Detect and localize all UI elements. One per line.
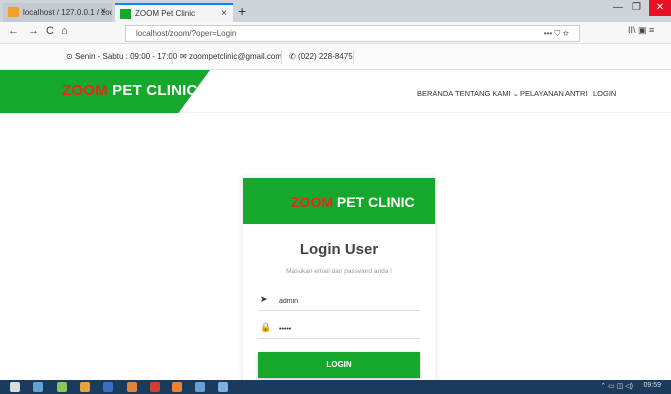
new-tab-icon[interactable]: + bbox=[238, 3, 246, 19]
browser-tab-phpmyadmin[interactable]: localhost / 127.0.0.1 / zoom | p × bbox=[3, 3, 112, 22]
nav-beranda[interactable]: BERANDA bbox=[417, 89, 453, 98]
phpmyadmin-favicon-icon bbox=[8, 7, 19, 17]
site-header: ZOOM PET CLINIC BERANDA TENTANG KAMI ⌄ P… bbox=[0, 70, 671, 113]
page-actions-icon[interactable]: ••• ⛉ ☆ bbox=[544, 26, 569, 41]
forward-icon[interactable]: → bbox=[28, 25, 39, 37]
back-icon[interactable]: ← bbox=[8, 25, 19, 37]
login-button[interactable]: LOGIN bbox=[258, 352, 420, 378]
tab-label: ZOOM Pet Clinic bbox=[135, 9, 196, 18]
card-logo: ZOOM PET CLINIC bbox=[291, 194, 415, 210]
login-subtitle: Masukan email dan password anda ! bbox=[286, 268, 392, 275]
paper-plane-icon: ➤ bbox=[260, 294, 268, 304]
taskbar-app-icon[interactable] bbox=[33, 382, 43, 392]
password-input[interactable] bbox=[279, 322, 414, 336]
login-card: ZOOM PET CLINIC Login User Masukan email… bbox=[243, 178, 435, 388]
taskbar-app-icon[interactable] bbox=[218, 382, 228, 392]
browser-tab-bar: localhost / 127.0.0.1 / zoom | p × ZOOM … bbox=[0, 0, 671, 22]
taskbar-app-icon[interactable] bbox=[80, 382, 90, 392]
restore-icon[interactable]: ❐ bbox=[632, 2, 641, 13]
taskbar-app-icon[interactable] bbox=[127, 382, 137, 392]
divider bbox=[353, 50, 354, 64]
tab-label: localhost / 127.0.0.1 / zoom | p bbox=[23, 8, 112, 17]
taskbar-app-icon[interactable] bbox=[150, 382, 160, 392]
firefox-taskbar-icon[interactable] bbox=[172, 382, 182, 392]
url-bar[interactable]: localhost/zoom/?oper=Login ••• ⛉ ☆ bbox=[125, 25, 580, 42]
taskbar-app-icon[interactable] bbox=[103, 382, 113, 392]
login-title: Login User bbox=[299, 241, 379, 258]
opening-hours: ⊙ Senin - Sabtu : 09:00 - 17:00 bbox=[66, 52, 178, 61]
contact-email[interactable]: ✉ zoompetclinic@gmail.com bbox=[180, 52, 282, 61]
taskbar-app-icon[interactable] bbox=[57, 382, 67, 392]
start-icon[interactable] bbox=[10, 382, 20, 392]
site-logo[interactable]: ZOOM PET CLINIC bbox=[62, 82, 198, 99]
nav-tentang-kami[interactable]: TENTANG KAMI ⌄ bbox=[455, 89, 519, 98]
contact-phone: ✆ (022) 228-8475 bbox=[289, 52, 353, 61]
system-tray-icon[interactable]: ⌃ ▭ ◫ ◁) bbox=[600, 382, 633, 390]
window-close-icon[interactable]: ✕ bbox=[649, 0, 671, 16]
browser-tab-zoom[interactable]: ZOOM Pet Clinic × bbox=[115, 3, 233, 22]
browser-nav-bar: ← → C ⌂ localhost/zoom/?oper=Login ••• ⛉… bbox=[0, 22, 671, 44]
taskbar-clock[interactable]: 09:59 bbox=[643, 382, 661, 389]
divider bbox=[172, 50, 173, 64]
minimize-icon[interactable]: — bbox=[613, 2, 623, 13]
taskbar-app-icon[interactable] bbox=[195, 382, 205, 392]
email-input[interactable] bbox=[279, 294, 414, 308]
email-field: ➤ bbox=[258, 293, 420, 311]
nav-login[interactable]: LOGIN bbox=[593, 89, 616, 98]
login-card-header: ZOOM PET CLINIC bbox=[243, 178, 435, 224]
zoom-favicon-icon bbox=[120, 9, 131, 19]
lock-icon: 🔒 bbox=[260, 322, 272, 332]
reload-icon[interactable]: C bbox=[46, 25, 54, 37]
password-field: 🔒 bbox=[258, 321, 420, 339]
os-taskbar: ⌃ ▭ ◫ ◁) 09:59 bbox=[0, 380, 671, 394]
close-tab-icon[interactable]: × bbox=[100, 6, 106, 17]
nav-pelayanan[interactable]: PELAYANAN bbox=[520, 89, 564, 98]
nav-antri[interactable]: ANTRI bbox=[565, 89, 588, 98]
close-tab-icon[interactable]: × bbox=[221, 8, 227, 19]
url-text: localhost/zoom/?oper=Login bbox=[136, 29, 237, 38]
contact-info-bar: ⊙ Senin - Sabtu : 09:00 - 17:00 ✉ zoompe… bbox=[0, 44, 671, 70]
divider bbox=[281, 50, 282, 64]
home-icon[interactable]: ⌂ bbox=[61, 25, 68, 37]
library-icon[interactable]: II\ ▣ ≡ bbox=[628, 25, 654, 36]
